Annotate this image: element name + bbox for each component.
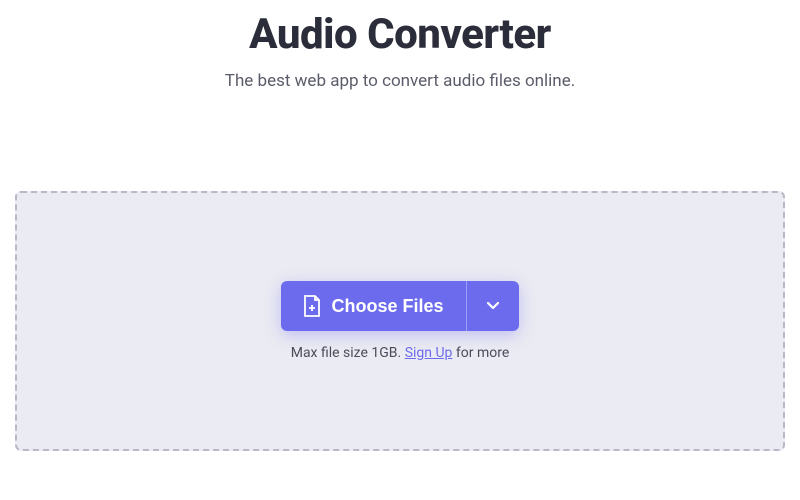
page-subtitle: The best web app to convert audio files …	[225, 71, 575, 91]
hint-suffix: for more	[452, 345, 509, 361]
choose-files-label: Choose Files	[331, 296, 443, 317]
hint-prefix: Max file size 1GB.	[291, 345, 405, 361]
choose-files-dropdown-button[interactable]	[466, 281, 519, 331]
page-container: Audio Converter The best web app to conv…	[0, 0, 800, 500]
file-size-hint: Max file size 1GB. Sign Up for more	[291, 345, 510, 361]
chevron-down-icon	[485, 297, 501, 316]
file-dropzone[interactable]: Choose Files Max file size 1GB. Sign Up …	[15, 191, 785, 451]
choose-files-button-group: Choose Files	[281, 281, 518, 331]
signup-link[interactable]: Sign Up	[405, 345, 453, 361]
file-add-icon	[303, 295, 321, 317]
choose-files-button[interactable]: Choose Files	[281, 281, 465, 331]
page-title: Audio Converter	[249, 10, 551, 59]
